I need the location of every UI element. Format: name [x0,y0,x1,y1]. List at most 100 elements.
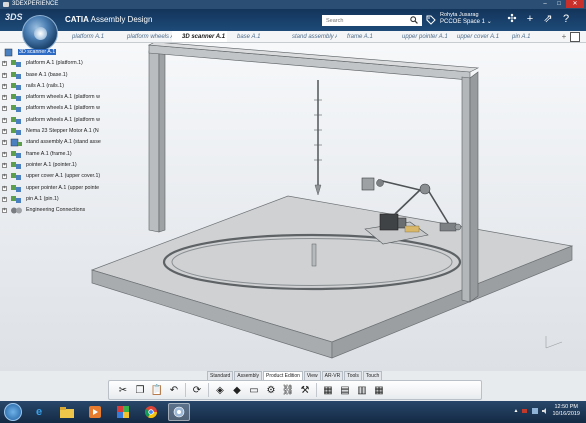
table-icon[interactable]: ▦ [322,384,334,396]
expand-icon[interactable]: + [2,185,7,191]
share-3d-icon[interactable]: ✣ [506,13,518,25]
add-tab-button[interactable]: + [557,31,571,42]
part-icon [11,60,21,68]
tab-frame[interactable]: frame A.1 [337,31,392,42]
expand-icon[interactable]: + [2,129,7,135]
tab-tools[interactable]: Tools [344,371,362,380]
expand-icon[interactable]: + [2,83,7,89]
3dexperience-taskbar-icon[interactable] [168,403,190,421]
expand-icon[interactable]: + [2,95,7,101]
tab-base[interactable]: base A.1 [227,31,282,42]
flexible-icon[interactable]: ⚙ [265,384,277,396]
tree-item[interactable]: + Nema 23 Stepper Motor A.1 (N [2,126,122,137]
tab-ar-vr[interactable]: AR-VR [321,371,344,380]
tray-arrow-icon[interactable]: ▲ [514,408,519,414]
expand-icon[interactable]: + [2,174,7,180]
cut-icon[interactable]: ✂ [117,384,129,396]
expand-icon[interactable]: + [2,151,7,157]
user-info[interactable]: Rohyta Jusarag PCCOE Space 1 ⌄ [440,12,492,26]
tree-item-label: Nema 23 Stepper Motor A.1 (N [26,128,99,135]
search-icon[interactable] [410,16,418,24]
expand-icon[interactable]: + [2,61,7,67]
compass-widget[interactable] [22,15,58,51]
undo-icon[interactable]: ↶ [168,384,180,396]
grid-icon[interactable]: ▦ [373,384,385,396]
tree-item[interactable]: + pin A.1 (pin.1) [2,194,122,205]
compass-center-icon[interactable] [34,27,47,40]
tree-item[interactable]: + platform wheels A.1 (platform w [2,115,122,126]
clock-time: 12:50 PM [554,404,578,410]
expand-icon[interactable]: + [2,72,7,78]
app-icon-tiles[interactable] [112,403,134,421]
start-button[interactable] [4,403,22,421]
tree-item[interactable]: + Engineering Connections [2,205,122,216]
tree-item[interactable]: + rails A.1 (rails.1) [2,81,122,92]
collab-space-selector[interactable]: PCCOE Space 1 ⌄ [440,19,492,26]
chrome-icon[interactable] [140,403,162,421]
tab-product-edition[interactable]: Product Edition [262,371,303,380]
expand-icon[interactable]: + [2,208,7,214]
tree-item[interactable]: + platform wheels A.1 (platform w [2,103,122,114]
maximize-button[interactable]: □ [552,0,566,8]
part-icon [11,116,21,124]
tab-upper-cover[interactable]: upper cover A.1 [447,31,502,42]
tree-item-label: platform A.1 (platform.1) [26,60,83,67]
tab-standard[interactable]: Standard [207,371,234,380]
tree-item[interactable]: + upper cover A.1 (upper cover.1) [2,171,122,182]
clock[interactable]: 12:50 PM 10/16/2019 [552,404,580,418]
tree-item[interactable]: + platform wheels A.1 (platform w [2,92,122,103]
tab-view[interactable]: View [303,371,321,380]
insert-part-icon[interactable]: ◈ [214,384,226,396]
tag-icon[interactable] [426,15,436,25]
tab-stand-assembly[interactable]: stand assembly A [282,31,337,42]
media-player-icon[interactable] [84,403,106,421]
expand-icon[interactable]: + [2,162,7,168]
tree-item[interactable]: + stand assembly A.1 (stand asse [2,137,122,148]
file-explorer-icon[interactable] [56,403,78,421]
expand-view-icon[interactable] [570,32,580,42]
search-input[interactable] [322,15,422,26]
minimize-button[interactable]: – [538,0,552,8]
tree-item[interactable]: + platform A.1 (platform.1) [2,58,122,69]
part-icon [11,94,21,102]
volume-icon[interactable] [542,408,548,414]
tree-item[interactable]: + base A.1 (base.1) [2,70,122,81]
tab-platform-wheels[interactable]: platform wheels A [117,31,172,42]
network-icon[interactable] [532,408,539,414]
expand-icon[interactable]: + [2,140,7,146]
help-icon[interactable]: ? [560,13,572,25]
ie-icon[interactable]: e [28,403,50,421]
battery-icon[interactable] [522,408,528,414]
tree-item-label: frame A.1 (frame.1) [26,150,72,157]
tab-platform[interactable]: platform A.1 [62,31,117,42]
tab-touch[interactable]: Touch [362,371,383,380]
expand-icon[interactable]: + [2,106,7,112]
tree-item[interactable]: + pointer A.1 (pointer.1) [2,160,122,171]
tree-item-label: pointer A.1 (pointer.1) [26,161,77,168]
copy-icon[interactable]: ❐ [134,384,146,396]
close-button[interactable]: ✕ [566,0,584,8]
tab-pin[interactable]: pin A.1 [502,31,557,42]
expand-icon[interactable]: + [2,196,7,202]
tree-item[interactable]: + frame A.1 (frame.1) [2,149,122,160]
app-brand: CATIA [65,15,89,24]
paste-icon[interactable]: 📋 [151,384,163,396]
tab-upper-pointer[interactable]: upper pointer A.1 [392,31,447,42]
tree-item[interactable]: + upper pointer A.1 (upper pointe [2,183,122,194]
structure-icon[interactable]: ▥ [356,384,368,396]
replace-icon[interactable]: ▭ [248,384,260,396]
insert-product-icon[interactable]: ◆ [231,384,243,396]
part-icon [11,71,21,79]
tab-assembly[interactable]: Assembly [234,371,262,380]
expand-icon[interactable]: + [2,117,7,123]
part-icon [11,173,21,181]
window-title: 3DEXPERIENCE [12,1,59,7]
share-icon[interactable]: ⇗ [542,13,554,25]
add-icon[interactable]: + [524,13,536,25]
rotate-icon[interactable]: ⟳ [191,384,203,396]
engineering-connection-icon[interactable]: ⛓ [282,384,295,396]
update-icon[interactable]: ⚒ [299,384,311,396]
group-icon[interactable]: ▤ [339,384,351,396]
tab-3d-scanner[interactable]: 3D scanner A.1 [172,31,227,42]
tree-root[interactable]: 3D scanner A.1 [2,47,122,58]
